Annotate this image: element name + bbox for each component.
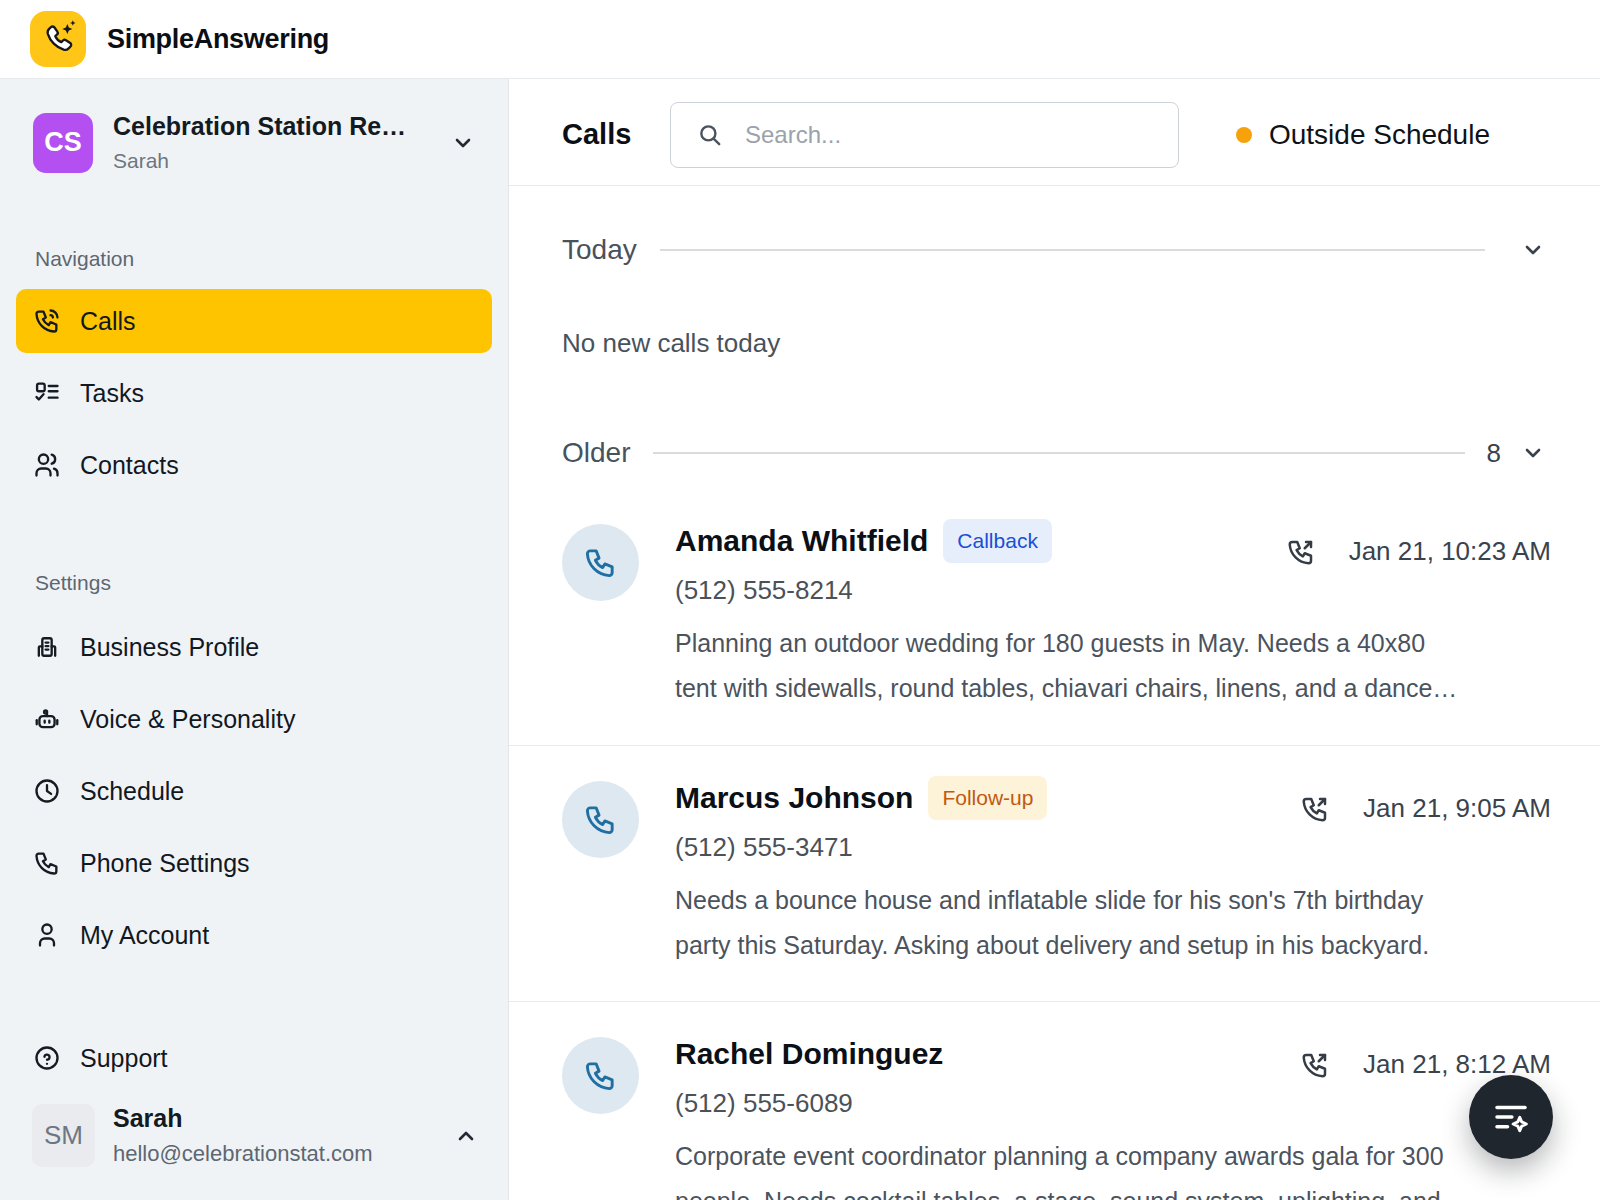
phone-outgoing-icon [1300,794,1330,824]
chevron-up-icon [454,1124,478,1148]
call-summary: Planning an outdoor wedding for 180 gues… [675,621,1551,711]
topbar: SimpleAnswering [0,0,1600,79]
phone-icon [583,802,618,837]
status-label: Outside Schedule [1269,119,1490,151]
section-today: Today [562,228,1545,272]
section-older: Older 8 [562,431,1545,475]
sidebar-item-calls[interactable]: Calls [16,289,492,353]
call-row[interactable]: Rachel Dominguez Jan 21, 8:12 AM (512) 5… [509,1001,1600,1200]
user-email: hello@celebrationstat.com [113,1141,446,1167]
schedule-status: Outside Schedule [1236,119,1490,151]
phone-call-icon [33,307,61,335]
call-summary-line: Corporate event coordinator planning a c… [675,1134,1551,1179]
call-avatar [562,524,639,601]
phone-outgoing-icon [1300,1050,1330,1080]
user-name: Sarah [113,1104,446,1133]
empty-state-text: No new calls today [562,328,1545,359]
sidebar-item-label: Calls [80,307,136,336]
sidebar-item-label: Schedule [80,777,184,806]
ai-filter-fab[interactable] [1469,1075,1553,1159]
caller-phone: (512) 555-3471 [675,832,1551,863]
call-list: Amanda Whitfield Callback Jan 21, 10:23 … [509,489,1600,1200]
call-summary: Corporate event coordinator planning a c… [675,1134,1551,1200]
sidebar-item-my-account[interactable]: My Account [16,903,492,967]
call-time: Jan 21, 10:23 AM [1349,536,1551,567]
chevron-down-icon[interactable] [1521,441,1545,465]
call-row[interactable]: Amanda Whitfield Callback Jan 21, 10:23 … [509,489,1600,745]
users-icon [33,451,61,479]
phone-icon [33,849,61,877]
caller-name: Amanda Whitfield [675,524,928,558]
sidebar-item-contacts[interactable]: Contacts [16,433,492,497]
phone-outgoing-icon [1286,537,1316,567]
app-logo [30,11,86,67]
clock-icon [33,777,61,805]
app-name: SimpleAnswering [107,24,329,55]
caller-name: Marcus Johnson [675,781,913,815]
phone-icon [583,545,618,580]
page-title: Calls [562,118,670,151]
sidebar-item-label: Contacts [80,451,179,480]
sidebar-item-schedule[interactable]: Schedule [16,759,492,823]
section-divider [653,452,1464,454]
section-title: Older [562,437,630,469]
call-badge: Callback [943,519,1052,563]
user-avatar: SM [32,1104,95,1167]
search-box[interactable] [670,102,1179,168]
caller-phone: (512) 555-6089 [675,1088,1551,1119]
call-summary-line: party this Saturday. Asking about delive… [675,923,1551,968]
search-input[interactable] [745,121,1156,149]
search-icon [697,122,723,148]
sidebar-item-label: Voice & Personality [80,705,295,734]
call-summary: Needs a bounce house and inflatable slid… [675,878,1551,968]
call-summary-line: Planning an outdoor wedding for 180 gues… [675,621,1551,666]
phone-sparkle-icon [38,19,78,59]
call-summary-line: tent with sidewalls, round tables, chiav… [675,666,1551,711]
list-sparkle-icon [1490,1096,1532,1138]
section-title: Today [562,234,637,266]
sidebar-item-label: My Account [80,921,209,950]
call-row[interactable]: Marcus Johnson Follow-up Jan 21, 9:05 AM… [509,745,1600,1001]
call-time: Jan 21, 9:05 AM [1363,793,1551,824]
call-summary-line: people. Needs cocktail tables, a stage, … [675,1179,1551,1200]
sidebar-item-label: Tasks [80,379,144,408]
help-circle-icon [33,1044,61,1072]
user-icon [33,921,61,949]
sidebar-item-business-profile[interactable]: Business Profile [16,615,492,679]
calls-content: Today No new calls today Older 8 Ama [509,186,1600,1200]
chevron-down-icon[interactable] [1521,238,1545,262]
account-avatar: CS [33,113,93,173]
building-icon [33,633,61,661]
caller-name: Rachel Dominguez [675,1037,943,1071]
chevron-down-icon [451,131,475,155]
sidebar-item-label: Phone Settings [80,849,250,878]
status-dot-icon [1236,127,1252,143]
settings-section-label: Settings [35,571,492,595]
sidebar-item-label: Business Profile [80,633,259,662]
sidebar: CS Celebration Station Re… Sarah Navigat… [0,79,509,1200]
call-avatar [562,781,639,858]
account-subtitle: Sarah [113,149,439,173]
account-name: Celebration Station Re… [113,112,439,141]
phone-icon [583,1058,618,1093]
checklist-icon [33,379,61,407]
robot-icon [33,705,61,733]
section-count: 8 [1487,438,1501,469]
account-switcher[interactable]: CS Celebration Station Re… Sarah [16,112,492,173]
call-avatar [562,1037,639,1114]
nav-section-label: Navigation [35,247,492,271]
sidebar-item-support[interactable]: Support [16,1026,492,1090]
call-summary-line: Needs a bounce house and inflatable slid… [675,878,1551,923]
call-time: Jan 21, 8:12 AM [1363,1049,1551,1080]
section-divider [660,249,1485,251]
sidebar-item-phone-settings[interactable]: Phone Settings [16,831,492,895]
caller-phone: (512) 555-8214 [675,575,1551,606]
sidebar-item-label: Support [80,1044,168,1073]
main-header: Calls Outside Schedule [509,79,1600,186]
sidebar-item-voice-personality[interactable]: Voice & Personality [16,687,492,751]
user-menu[interactable]: SM Sarah hello@celebrationstat.com [16,1104,492,1167]
sidebar-item-tasks[interactable]: Tasks [16,361,492,425]
call-badge: Follow-up [928,776,1047,820]
main-panel: Calls Outside Schedule Today No new call… [509,79,1600,1200]
